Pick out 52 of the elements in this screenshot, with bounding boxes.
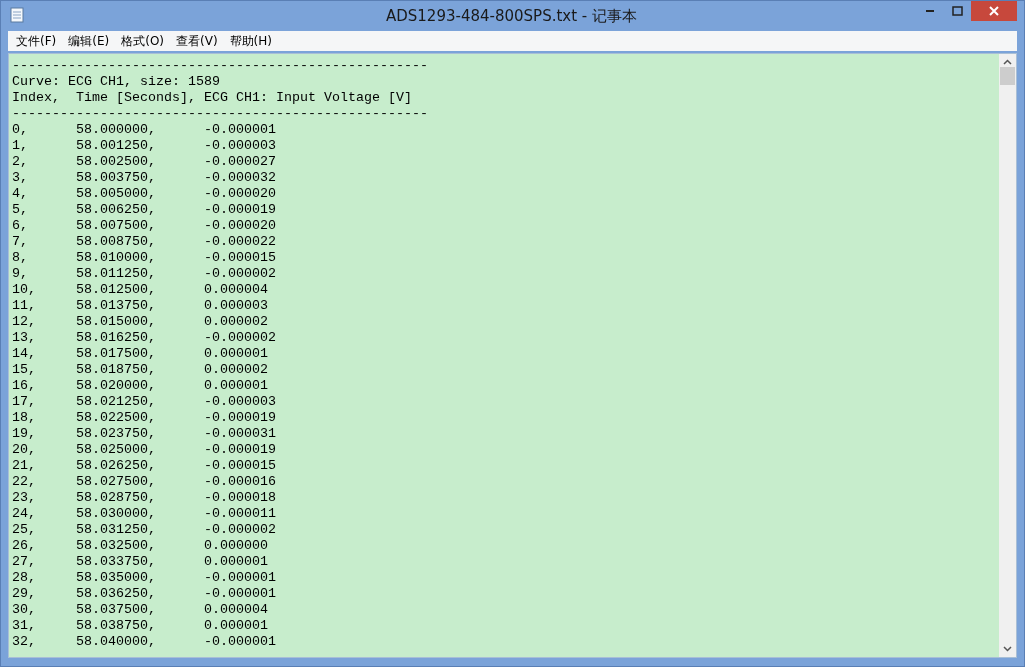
text-line: ---------------------------------------------------- <box>12 58 429 74</box>
scrollbar[interactable] <box>999 54 1016 657</box>
close-button[interactable] <box>971 1 1017 21</box>
text-line: 5, 58.006250, -0.000019 <box>12 202 277 218</box>
text-line: 22, 58.027500, -0.000016 <box>12 474 277 490</box>
text-line: 31, 58.038750, 0.000001 <box>12 618 269 634</box>
text-line: 15, 58.018750, 0.000002 <box>12 362 269 378</box>
text-line: 25, 58.031250, -0.000002 <box>12 522 277 538</box>
text-line: 6, 58.007500, -0.000020 <box>12 218 277 234</box>
text-line: 10, 58.012500, 0.000004 <box>12 282 269 298</box>
text-line: Index, Time [Seconds], ECG CH1: Input Voltage [V] <box>12 90 413 106</box>
text-line: 30, 58.037500, 0.000004 <box>12 602 269 618</box>
text-line: 1, 58.001250, -0.000003 <box>12 138 277 154</box>
notepad-icon <box>10 7 24 23</box>
text-line: 24, 58.030000, -0.000011 <box>12 506 277 522</box>
text-line: 27, 58.033750, 0.000001 <box>12 554 269 570</box>
text-line: 29, 58.036250, -0.000001 <box>12 586 277 602</box>
text-line: 17, 58.021250, -0.000003 <box>12 394 277 410</box>
menu-item[interactable]: 查看(V) <box>170 32 224 50</box>
text-line: 26, 58.032500, 0.000000 <box>12 538 269 554</box>
scrollbar-thumb[interactable] <box>1000 67 1015 85</box>
menu-item[interactable]: 编辑(E) <box>62 32 116 50</box>
scroll-down-icon[interactable] <box>1003 646 1012 652</box>
text-line: 7, 58.008750, -0.000022 <box>12 234 277 250</box>
text-line: 14, 58.017500, 0.000001 <box>12 346 269 362</box>
text-line: 23, 58.028750, -0.000018 <box>12 490 277 506</box>
menu-item[interactable]: 文件(F) <box>10 32 63 50</box>
text-line: 18, 58.022500, -0.000019 <box>12 410 277 426</box>
text-line: 16, 58.020000, 0.000001 <box>12 378 269 394</box>
text-line: 21, 58.026250, -0.000015 <box>12 458 277 474</box>
window-title: ADS1293-484-800SPS.txt - 记事本 <box>384 7 637 26</box>
text-line: 3, 58.003750, -0.000032 <box>12 170 277 186</box>
close-icon <box>988 5 1000 17</box>
menu-item[interactable]: 帮助(H) <box>223 32 278 50</box>
maximize-icon <box>952 6 963 16</box>
text-line: 13, 58.016250, -0.000002 <box>12 330 277 346</box>
text-line: 2, 58.002500, -0.000027 <box>12 154 277 170</box>
menu-item[interactable]: 格式(O) <box>115 32 171 50</box>
text-line: 8, 58.010000, -0.000015 <box>12 250 277 266</box>
text-line: 32, 58.040000, -0.000001 <box>12 634 277 650</box>
text-line: 9, 58.011250, -0.000002 <box>12 266 277 282</box>
minimize-icon <box>925 9 936 13</box>
text-line: 20, 58.025000, -0.000019 <box>12 442 277 458</box>
text-line: 4, 58.005000, -0.000020 <box>12 186 277 202</box>
scroll-up-icon[interactable] <box>1003 59 1012 65</box>
text-line: 11, 58.013750, 0.000003 <box>12 298 269 314</box>
text-line: ---------------------------------------------------- <box>12 106 429 122</box>
text-line: 28, 58.035000, -0.000001 <box>12 570 277 586</box>
text-line: 12, 58.015000, 0.000002 <box>12 314 269 330</box>
text-line: Curve: ECG CH1, size: 1589 <box>12 74 221 90</box>
text-line: 19, 58.023750, -0.000031 <box>12 426 277 442</box>
text-line: 0, 58.000000, -0.000001 <box>12 122 277 138</box>
